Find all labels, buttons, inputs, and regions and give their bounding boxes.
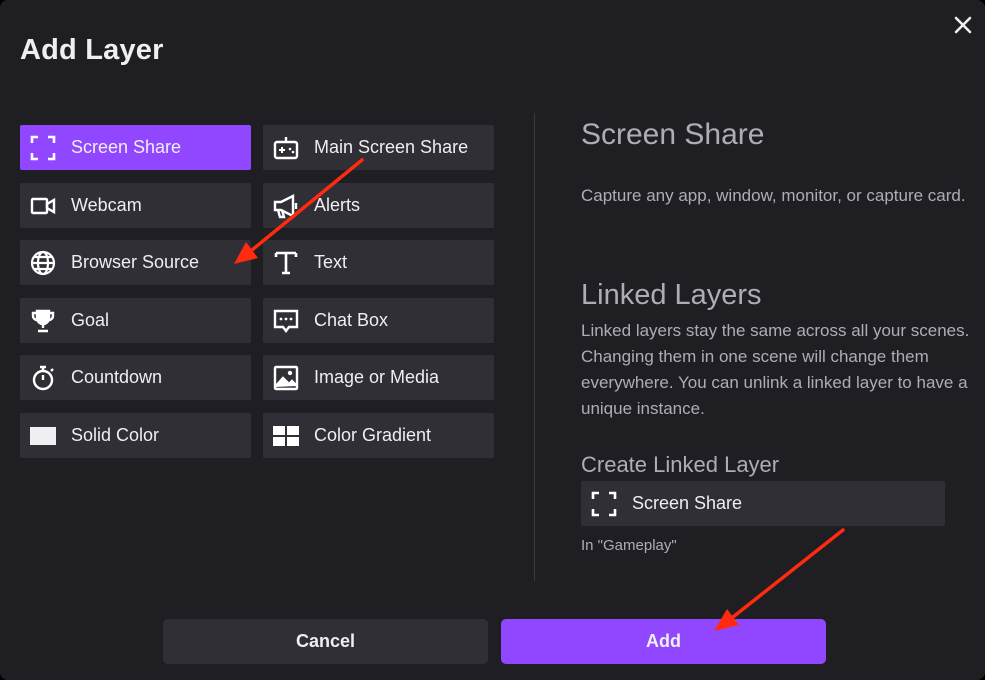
- solid-color-icon: [29, 422, 57, 450]
- layer-label: Screen Share: [71, 137, 182, 157]
- layer-label: Browser Source: [71, 252, 200, 272]
- gradient-icon: [272, 422, 300, 450]
- add-button[interactable]: Add: [501, 619, 826, 664]
- dialog-title: Add Layer: [20, 34, 164, 66]
- scene-label: In "Gameplay": [581, 537, 677, 554]
- layer-label: Main Screen Share: [314, 137, 469, 157]
- megaphone-icon: [272, 192, 300, 220]
- layer-screen-share[interactable]: Screen Share: [20, 125, 251, 170]
- layer-label: Alerts: [314, 195, 361, 215]
- panel-divider: [534, 113, 535, 581]
- annotation-arrow-add-button: [714, 528, 845, 631]
- layer-image-or-media[interactable]: Image or Media: [263, 355, 494, 400]
- gamepad-icon: [272, 134, 300, 162]
- layer-label: Goal: [71, 310, 110, 330]
- layer-chat-box[interactable]: Chat Box: [263, 298, 494, 343]
- text-icon: [272, 249, 300, 277]
- layer-label: Solid Color: [71, 425, 160, 445]
- create-linked-layer-title: Create Linked Layer: [581, 452, 780, 477]
- layer-goal[interactable]: Goal: [20, 298, 251, 343]
- linked-layers-description: Linked layers stay the same across all y…: [581, 321, 970, 418]
- layer-label: Text: [314, 252, 348, 272]
- screen-share-icon: [590, 490, 618, 518]
- close-icon[interactable]: [950, 12, 976, 38]
- layer-countdown[interactable]: Countdown: [20, 355, 251, 400]
- trophy-icon: [29, 307, 57, 335]
- add-layer-dialog: Add Layer Screen Share Webcam Browser So…: [0, 0, 985, 680]
- layer-label: Countdown: [71, 367, 163, 387]
- linked-layer-screen-share[interactable]: Screen Share: [581, 481, 945, 526]
- globe-icon: [29, 249, 57, 277]
- screen-share-icon: [29, 134, 57, 162]
- layer-color-gradient[interactable]: Color Gradient: [263, 413, 494, 458]
- layer-browser-source[interactable]: Browser Source: [20, 240, 251, 285]
- layer-label: Webcam: [71, 195, 142, 215]
- chat-icon: [272, 307, 300, 335]
- layer-label: Image or Media: [314, 367, 440, 387]
- details-title: Screen Share: [581, 118, 765, 151]
- cancel-button[interactable]: Cancel: [163, 619, 488, 664]
- layer-webcam[interactable]: Webcam: [20, 183, 251, 228]
- layer-text[interactable]: Text: [263, 240, 494, 285]
- layer-alerts[interactable]: Alerts: [263, 183, 494, 228]
- stopwatch-icon: [29, 364, 57, 392]
- image-icon: [272, 364, 300, 392]
- layer-solid-color[interactable]: Solid Color: [20, 413, 251, 458]
- webcam-icon: [29, 192, 57, 220]
- layer-main-screen-share[interactable]: Main Screen Share: [263, 125, 494, 170]
- layer-label: Color Gradient: [314, 425, 432, 445]
- linked-layer-label: Screen Share: [632, 493, 743, 513]
- layer-label: Chat Box: [314, 310, 389, 330]
- details-description: Capture any app, window, monitor, or cap…: [581, 186, 966, 205]
- linked-layers-title: Linked Layers: [581, 279, 762, 311]
